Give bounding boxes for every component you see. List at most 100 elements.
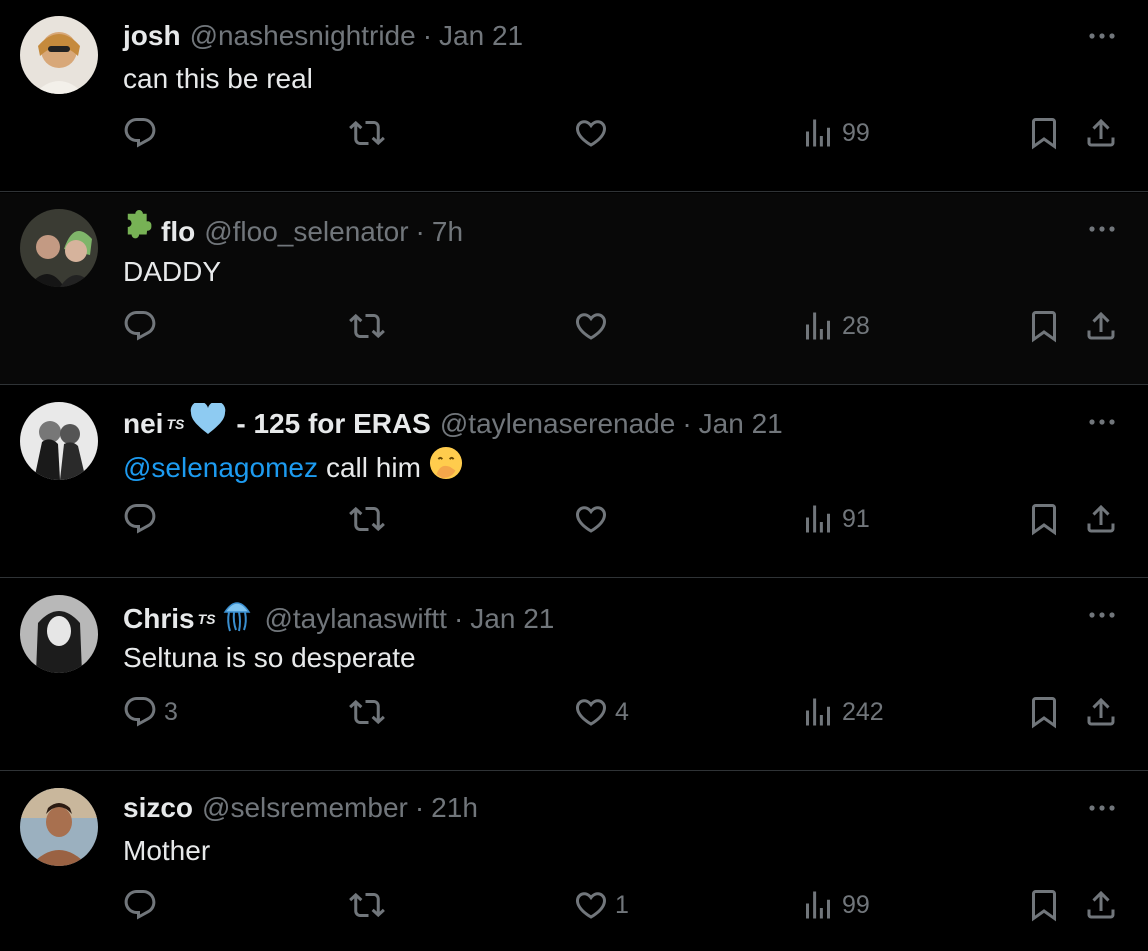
- retweet-button[interactable]: [349, 494, 391, 544]
- views-button[interactable]: 242: [800, 687, 884, 737]
- reply-icon: [122, 115, 158, 151]
- like-button[interactable]: [573, 108, 615, 158]
- tweet-card[interactable]: flo @floo_selenator · 7h DADDY 28: [0, 193, 1148, 385]
- user-handle[interactable]: @floo_selenator: [204, 213, 408, 251]
- like-count: 1: [615, 890, 629, 919]
- tweet-card[interactable]: Chris TS @taylanaswiftt · Jan 21 Seltuna…: [0, 579, 1148, 771]
- tweet-card[interactable]: sizco @selsremember · 21h Mother 1 99: [0, 772, 1148, 951]
- bookmark-button[interactable]: [1026, 301, 1062, 351]
- share-button[interactable]: [1083, 494, 1119, 544]
- like-button[interactable]: [573, 494, 615, 544]
- face-with-hand-over-mouth-icon: [429, 446, 463, 490]
- reply-icon: [122, 308, 158, 344]
- retweet-icon: [349, 694, 385, 730]
- retweet-button[interactable]: [349, 301, 391, 351]
- avatar[interactable]: [20, 788, 98, 866]
- retweet-icon: [349, 501, 385, 537]
- display-name[interactable]: flo: [161, 213, 195, 251]
- heart-icon: [573, 115, 609, 151]
- display-name[interactable]: josh: [123, 17, 181, 55]
- display-name-suffix[interactable]: - 125 for ERAS: [236, 405, 431, 443]
- name-tag: TS: [166, 416, 185, 432]
- more-options-icon[interactable]: [1086, 410, 1118, 434]
- views-chart-icon: [800, 694, 836, 730]
- retweet-button[interactable]: [349, 108, 391, 158]
- bookmark-button[interactable]: [1026, 108, 1062, 158]
- more-options-icon[interactable]: [1086, 24, 1118, 48]
- views-button[interactable]: 91: [800, 494, 870, 544]
- reply-count: 3: [164, 697, 178, 726]
- user-handle[interactable]: @taylenaserenade: [440, 405, 675, 443]
- more-options-icon[interactable]: [1086, 603, 1118, 627]
- like-button[interactable]: 1: [573, 880, 629, 930]
- user-handle[interactable]: @taylanaswiftt: [264, 600, 447, 638]
- display-name[interactable]: nei: [123, 405, 163, 443]
- views-chart-icon: [800, 308, 836, 344]
- separator: ·: [414, 792, 425, 823]
- views-button[interactable]: 99: [800, 108, 870, 158]
- timestamp[interactable]: Jan 21: [699, 405, 783, 443]
- like-button[interactable]: 4: [573, 687, 629, 737]
- retweet-button[interactable]: [349, 687, 391, 737]
- heart-icon: [573, 308, 609, 344]
- reply-feed: josh @nashesnightride · Jan 21 can this …: [0, 0, 1148, 951]
- share-button[interactable]: [1083, 687, 1119, 737]
- timestamp[interactable]: 7h: [432, 213, 463, 251]
- display-name[interactable]: Chris: [123, 600, 195, 638]
- reply-button[interactable]: [122, 880, 164, 930]
- reply-button[interactable]: 3: [122, 687, 178, 737]
- more-options-icon[interactable]: [1086, 796, 1118, 820]
- more-options-icon[interactable]: [1086, 217, 1118, 241]
- reply-button[interactable]: [122, 108, 164, 158]
- bookmark-button[interactable]: [1026, 494, 1062, 544]
- tweet-card[interactable]: josh @nashesnightride · Jan 21 can this …: [0, 0, 1148, 192]
- avatar[interactable]: [20, 209, 98, 287]
- heart-icon: [573, 887, 609, 923]
- bookmark-icon: [1026, 501, 1062, 537]
- separator: ·: [422, 20, 433, 51]
- tweet-card[interactable]: nei TS - 125 for ERAS @taylenaserenade ·…: [0, 386, 1148, 578]
- tweet-text: can this be real: [123, 60, 313, 98]
- timestamp[interactable]: 21h: [431, 789, 478, 827]
- mention-link[interactable]: @selenagomez: [123, 449, 318, 487]
- share-icon: [1083, 694, 1119, 730]
- retweet-button[interactable]: [349, 880, 391, 930]
- tweet-actions: 1 99: [0, 880, 1148, 930]
- reply-icon: [122, 501, 158, 537]
- views-button[interactable]: 99: [800, 880, 870, 930]
- tweet-header: josh @nashesnightride · Jan 21: [123, 17, 523, 55]
- tweet-text-content: can this be real: [123, 63, 313, 94]
- share-button[interactable]: [1083, 301, 1119, 351]
- retweet-icon: [349, 308, 385, 344]
- share-icon: [1083, 501, 1119, 537]
- user-handle[interactable]: @selsremember: [202, 789, 408, 827]
- name-tag: TS: [197, 611, 216, 627]
- avatar[interactable]: [20, 16, 98, 94]
- view-count: 28: [842, 311, 870, 340]
- bookmark-icon: [1026, 308, 1062, 344]
- reply-button[interactable]: [122, 494, 164, 544]
- avatar[interactable]: [20, 595, 98, 673]
- timestamp[interactable]: Jan 21: [470, 600, 554, 638]
- reply-button[interactable]: [122, 301, 164, 351]
- share-icon: [1083, 887, 1119, 923]
- blue-heart-icon: [190, 401, 226, 445]
- retweet-icon: [349, 115, 385, 151]
- heart-icon: [573, 694, 609, 730]
- bookmark-button[interactable]: [1026, 880, 1062, 930]
- reply-icon: [122, 887, 158, 923]
- share-button[interactable]: [1083, 108, 1119, 158]
- timestamp[interactable]: Jan 21: [439, 17, 523, 55]
- heart-icon: [573, 501, 609, 537]
- share-button[interactable]: [1083, 880, 1119, 930]
- tweet-text: @selenagomez call him: [123, 446, 465, 490]
- tweet-text-content: call him: [325, 452, 421, 483]
- avatar[interactable]: [20, 402, 98, 480]
- display-name[interactable]: sizco: [123, 789, 193, 827]
- tweet-text: Mother: [123, 832, 210, 870]
- views-button[interactable]: 28: [800, 301, 870, 351]
- bookmark-button[interactable]: [1026, 687, 1062, 737]
- user-handle[interactable]: @nashesnightride: [190, 17, 416, 55]
- views-chart-icon: [800, 501, 836, 537]
- like-button[interactable]: [573, 301, 615, 351]
